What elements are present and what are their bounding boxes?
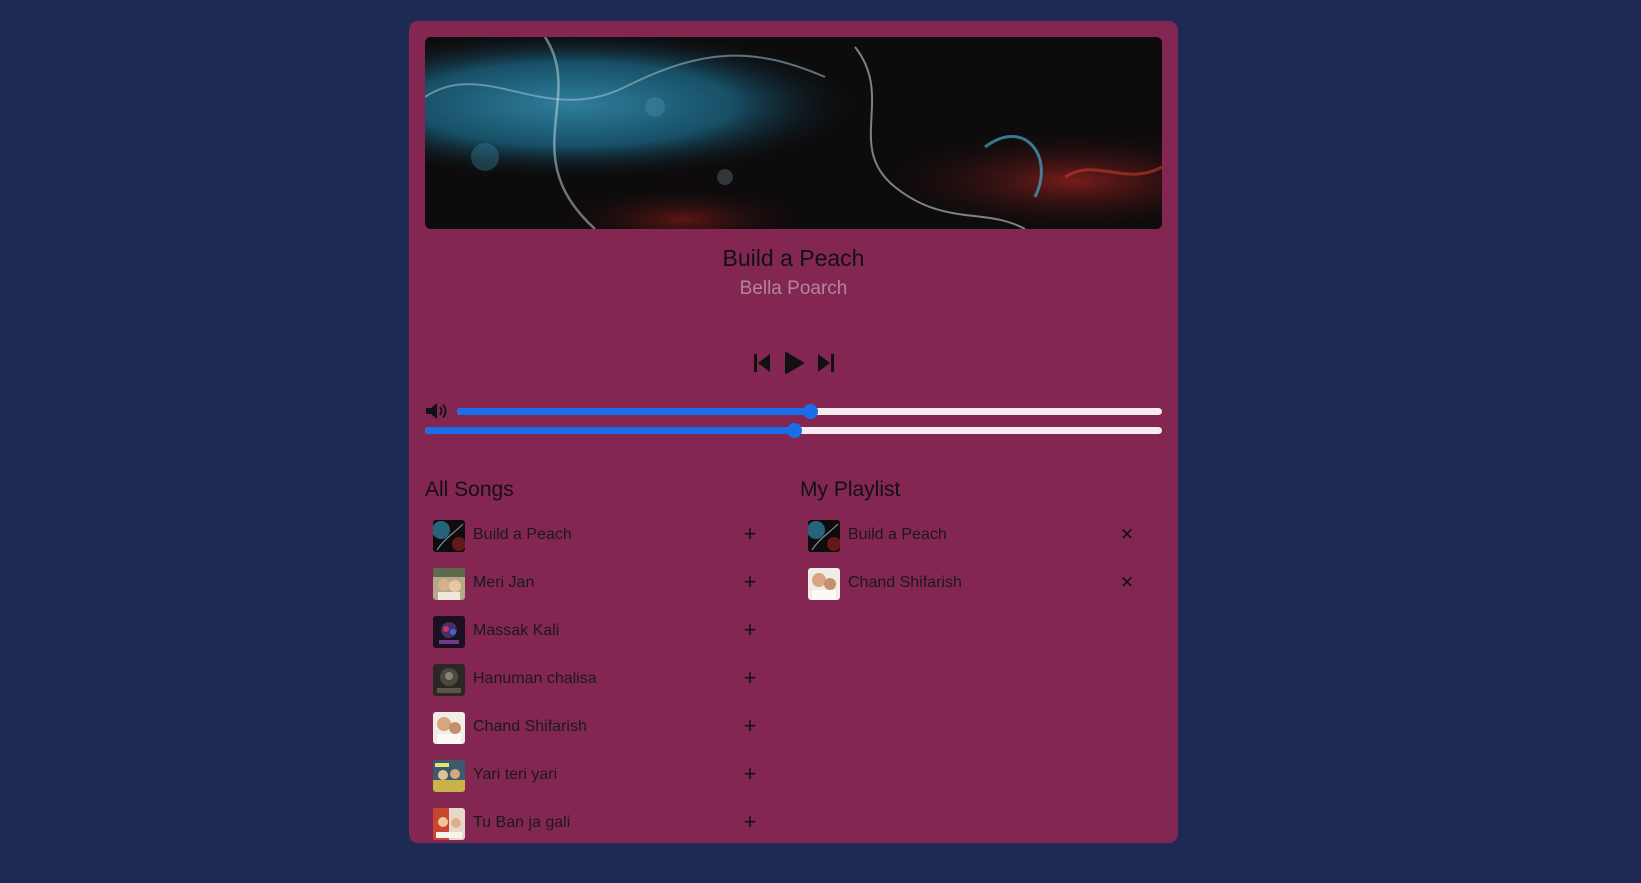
- skip-next-icon: [817, 354, 834, 372]
- skip-previous-button[interactable]: [749, 348, 775, 378]
- all-songs-item[interactable]: Yari teri yari +: [425, 757, 777, 805]
- song-name: Tu Ban ja gali: [473, 814, 571, 831]
- all-songs-list: Build a Peach + Meri Jan + Massak Kali + Hanum…: [425, 517, 777, 853]
- remove-icon: ✕: [1119, 524, 1135, 544]
- seek-slider-fill: [425, 427, 794, 434]
- skip-next-button[interactable]: [813, 348, 839, 378]
- song-thumbnail: [433, 712, 465, 744]
- song-name: Build a Peach: [473, 526, 572, 543]
- song-name: Yari teri yari: [473, 766, 558, 783]
- plus-icon: +: [743, 617, 757, 642]
- all-songs-item[interactable]: Meri Jan +: [425, 565, 777, 613]
- volume-slider-fill: [457, 408, 810, 415]
- music-player-card: Build a Peach Bella Poarch All Songs Bui…: [409, 21, 1178, 843]
- song-name: Meri Jan: [473, 574, 535, 591]
- plus-icon: +: [743, 521, 757, 546]
- seek-slider-thumb[interactable]: [786, 423, 802, 438]
- all-songs-item[interactable]: Build a Peach +: [425, 517, 777, 565]
- playback-controls: [409, 343, 1178, 383]
- play-icon: [784, 352, 804, 374]
- play-button[interactable]: [781, 348, 807, 378]
- add-to-playlist-button[interactable]: +: [738, 714, 762, 738]
- playlist-item[interactable]: Chand Shifarish ✕: [800, 565, 1162, 613]
- remove-from-playlist-button[interactable]: ✕: [1115, 522, 1139, 546]
- plus-icon: +: [743, 809, 757, 834]
- plus-icon: +: [743, 569, 757, 594]
- song-name: Massak Kali: [473, 622, 560, 639]
- add-to-playlist-button[interactable]: +: [738, 762, 762, 786]
- volume-slider-thumb[interactable]: [802, 404, 818, 419]
- playlist-item[interactable]: Build a Peach ✕: [800, 517, 1162, 565]
- my-playlist-list: Build a Peach ✕ Chand Shifarish ✕: [800, 517, 1162, 613]
- all-songs-item[interactable]: Hanuman chalisa +: [425, 661, 777, 709]
- plus-icon: +: [743, 761, 757, 786]
- all-songs-item[interactable]: Tu Ban ja gali +: [425, 805, 777, 853]
- skip-previous-icon: [753, 354, 770, 372]
- song-thumbnail: [433, 568, 465, 600]
- all-songs-item[interactable]: Massak Kali +: [425, 613, 777, 661]
- song-thumbnail: [808, 520, 840, 552]
- song-thumbnail: [433, 664, 465, 696]
- song-thumbnail: [433, 760, 465, 792]
- seek-slider[interactable]: [425, 423, 1162, 438]
- add-to-playlist-button[interactable]: +: [738, 810, 762, 834]
- song-name: Build a Peach: [848, 526, 947, 543]
- song-thumbnail: [433, 808, 465, 840]
- my-playlist-heading: My Playlist: [800, 478, 901, 501]
- song-name: Hanuman chalisa: [473, 670, 597, 687]
- song-name: Chand Shifarish: [848, 574, 962, 591]
- now-playing-title: Build a Peach: [722, 245, 865, 271]
- now-playing-artist: Bella Poarch: [739, 278, 848, 299]
- remove-icon: ✕: [1119, 572, 1135, 592]
- add-to-playlist-button[interactable]: +: [738, 522, 762, 546]
- volume-row: [425, 400, 1162, 422]
- plus-icon: +: [743, 665, 757, 690]
- song-thumbnail: [433, 520, 465, 552]
- plus-icon: +: [743, 713, 757, 738]
- all-songs-item[interactable]: Chand Shifarish +: [425, 709, 777, 757]
- song-thumbnail: [808, 568, 840, 600]
- song-name: Chand Shifarish: [473, 718, 587, 735]
- song-thumbnail: [433, 616, 465, 648]
- album-cover-image: [425, 37, 1162, 229]
- remove-from-playlist-button[interactable]: ✕: [1115, 570, 1139, 594]
- all-songs-heading: All Songs: [425, 478, 514, 501]
- add-to-playlist-button[interactable]: +: [738, 666, 762, 690]
- add-to-playlist-button[interactable]: +: [738, 618, 762, 642]
- volume-icon[interactable]: [425, 401, 451, 421]
- add-to-playlist-button[interactable]: +: [738, 570, 762, 594]
- volume-slider[interactable]: [457, 404, 1162, 419]
